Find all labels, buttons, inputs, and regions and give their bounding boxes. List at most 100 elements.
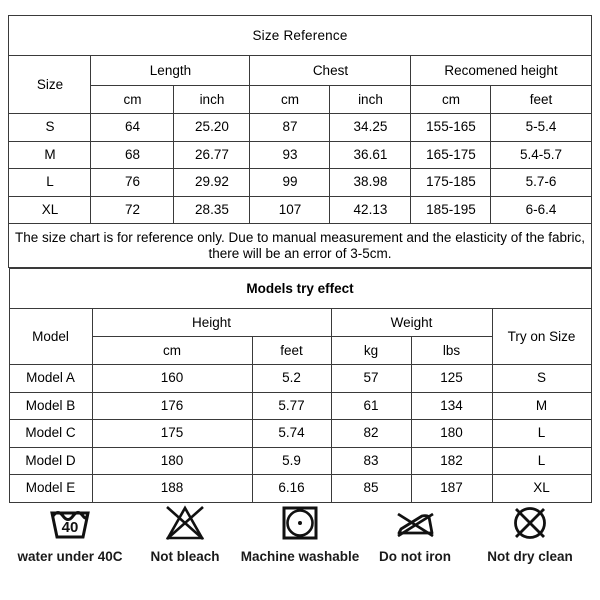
- cell-weight-kg: 61: [330, 391, 412, 420]
- cell-size: M: [8, 140, 92, 169]
- cell-height-feet: 5.7-6: [490, 168, 592, 197]
- cell-length-cm: 72: [90, 195, 175, 224]
- size-reference-unit-header-row: cm inch cm inch cm feet: [9, 85, 592, 114]
- cell-size: L: [8, 168, 92, 197]
- care-symbol-caption: Do not iron: [379, 549, 451, 564]
- cell-try-on-size: L: [491, 419, 592, 448]
- cell-model: Model C: [8, 419, 93, 448]
- cell-length-cm: 64: [90, 113, 175, 142]
- cell-weight-lbs: 182: [410, 446, 493, 475]
- cell-height-cm: 155-165: [410, 113, 492, 142]
- care-symbol-wash-40: 40 water under 40C: [14, 501, 126, 566]
- cell-height-feet: 5.77: [251, 391, 332, 420]
- size-reference-table: Size Reference Size Length Chest Recomen…: [8, 15, 592, 268]
- header-length: Length: [90, 55, 251, 86]
- table-row: XL 72 28.35 107 42.13 185-195 6-6.4: [8, 195, 592, 224]
- care-symbols-row: 40 water under 40C Not bleach Machine wa…: [0, 493, 600, 600]
- cell-height-feet: 5.4-5.7: [490, 140, 592, 169]
- top-spacer: [0, 0, 600, 15]
- care-symbol-caption: Not bleach: [150, 549, 220, 564]
- cell-chest-inch: 36.61: [329, 140, 412, 169]
- cell-weight-kg: 82: [330, 419, 412, 448]
- cell-size: S: [8, 113, 92, 142]
- table-row: Model B 176 5.77 61 134 M: [8, 391, 592, 420]
- care-symbol-caption: Not dry clean: [487, 549, 573, 564]
- header-chest-cm: cm: [249, 85, 331, 114]
- cell-height-cm: 165-175: [410, 140, 492, 169]
- models-try-effect-title: Models try effect: [8, 268, 592, 309]
- cell-length-inch: 28.35: [173, 195, 251, 224]
- wash-tub-40-icon: 40: [46, 501, 94, 545]
- table-row: S 64 25.20 87 34.25 155-165 5-5.4: [8, 113, 592, 142]
- header-weight: Weight: [330, 308, 493, 337]
- header-model: Model: [8, 308, 93, 365]
- care-symbol-do-not-iron: Do not iron: [359, 501, 471, 566]
- size-reference-title: Size Reference: [8, 15, 592, 56]
- cell-size: XL: [8, 195, 92, 224]
- no-dry-clean-icon: [506, 501, 554, 545]
- models-group-header-row: Model Height Weight Try on Size: [8, 308, 592, 365]
- do-not-iron-icon: [391, 501, 439, 545]
- cell-height-feet: 6-6.4: [490, 195, 592, 224]
- cell-height-feet: 5.9: [251, 446, 332, 475]
- cell-chest-cm: 99: [249, 168, 331, 197]
- header-recommended-height: Recomened height: [410, 55, 592, 86]
- models-try-effect-table: Models try effect Model Height Weight Tr…: [8, 268, 592, 503]
- table-row: M 68 26.77 93 36.61 165-175 5.4-5.7: [8, 140, 592, 169]
- cell-length-inch: 29.92: [173, 168, 251, 197]
- cell-length-cm: 76: [90, 168, 175, 197]
- care-symbol-caption: Machine washable: [240, 549, 360, 564]
- cell-chest-inch: 42.13: [329, 195, 412, 224]
- cell-try-on-size: M: [491, 391, 592, 420]
- care-symbol-caption: water under 40C: [17, 549, 123, 564]
- cell-chest-inch: 34.25: [329, 113, 412, 142]
- wash-temperature-label: 40: [62, 519, 79, 536]
- care-symbol-machine-washable: Machine washable: [241, 501, 359, 566]
- cell-weight-kg: 57: [330, 364, 412, 393]
- size-reference-group-header-row: Size Length Chest Recomened height: [8, 55, 592, 114]
- cell-weight-lbs: 134: [410, 391, 493, 420]
- cell-height-cm: 175-185: [410, 168, 492, 197]
- models-title-row: Models try effect: [8, 268, 592, 309]
- no-bleach-triangle-icon: [161, 501, 209, 545]
- cell-length-inch: 25.20: [173, 113, 251, 142]
- table-row: Model D 180 5.9 83 182 L: [8, 446, 592, 475]
- cell-try-on-size: L: [491, 446, 592, 475]
- header-height-feet: feet: [490, 85, 592, 114]
- header-model-height-cm: cm: [91, 336, 253, 365]
- header-try-on-size: Try on Size: [491, 308, 592, 365]
- cell-height-cm: 180: [91, 446, 253, 475]
- header-height: Height: [91, 308, 332, 337]
- header-chest-inch: inch: [329, 85, 412, 114]
- cell-height-cm: 175: [91, 419, 253, 448]
- size-chart-sheet: Size Reference Size Length Chest Recomen…: [0, 0, 600, 600]
- header-size: Size: [8, 55, 92, 114]
- table-row: Model C 175 5.74 82 180 L: [8, 419, 592, 448]
- cell-height-cm: 176: [91, 391, 253, 420]
- cell-height-feet: 5-5.4: [490, 113, 592, 142]
- size-chart-disclaimer: The size chart is for reference only. Du…: [8, 223, 592, 268]
- header-length-cm: cm: [90, 85, 175, 114]
- cell-model: Model B: [8, 391, 93, 420]
- cell-chest-cm: 87: [249, 113, 331, 142]
- cell-weight-lbs: 125: [410, 364, 493, 393]
- header-weight-lbs: lbs: [410, 336, 493, 365]
- cell-height-cm: 185-195: [410, 195, 492, 224]
- header-length-inch: inch: [173, 85, 251, 114]
- size-reference-title-row: Size Reference: [8, 15, 592, 56]
- header-height-cm: cm: [410, 85, 492, 114]
- cell-chest-inch: 38.98: [329, 168, 412, 197]
- cell-weight-kg: 83: [330, 446, 412, 475]
- cell-length-inch: 26.77: [173, 140, 251, 169]
- cell-model: Model D: [8, 446, 93, 475]
- cell-length-cm: 68: [90, 140, 175, 169]
- header-chest: Chest: [249, 55, 412, 86]
- cell-height-feet: 5.74: [251, 419, 332, 448]
- care-symbol-no-bleach: Not bleach: [129, 501, 241, 566]
- care-symbol-no-dry-clean: Not dry clean: [474, 501, 586, 566]
- machine-washable-icon: [276, 501, 324, 545]
- table-row: L 76 29.92 99 38.98 175-185 5.7-6: [8, 168, 592, 197]
- cell-chest-cm: 93: [249, 140, 331, 169]
- cell-try-on-size: S: [491, 364, 592, 393]
- cell-model: Model A: [8, 364, 93, 393]
